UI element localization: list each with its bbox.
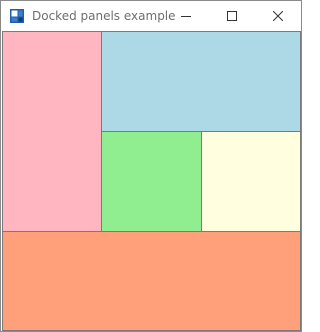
- bottom-panel: [2, 231, 301, 331]
- maximize-icon: [227, 11, 237, 21]
- client-area: [2, 31, 301, 331]
- center-panel: [101, 131, 202, 232]
- main-window: Docked panels example: [0, 0, 302, 332]
- minimize-button[interactable]: [163, 1, 209, 31]
- minimize-icon: [181, 16, 191, 17]
- title-bar[interactable]: Docked panels example: [1, 1, 301, 31]
- window-title: Docked panels example: [32, 9, 176, 23]
- top-panel: [101, 31, 301, 132]
- close-button[interactable]: [255, 1, 301, 31]
- maximize-button[interactable]: [209, 1, 255, 31]
- right-panel: [201, 131, 301, 232]
- close-icon: [273, 11, 283, 21]
- app-window-icon: [10, 9, 24, 23]
- left-panel: [2, 31, 102, 232]
